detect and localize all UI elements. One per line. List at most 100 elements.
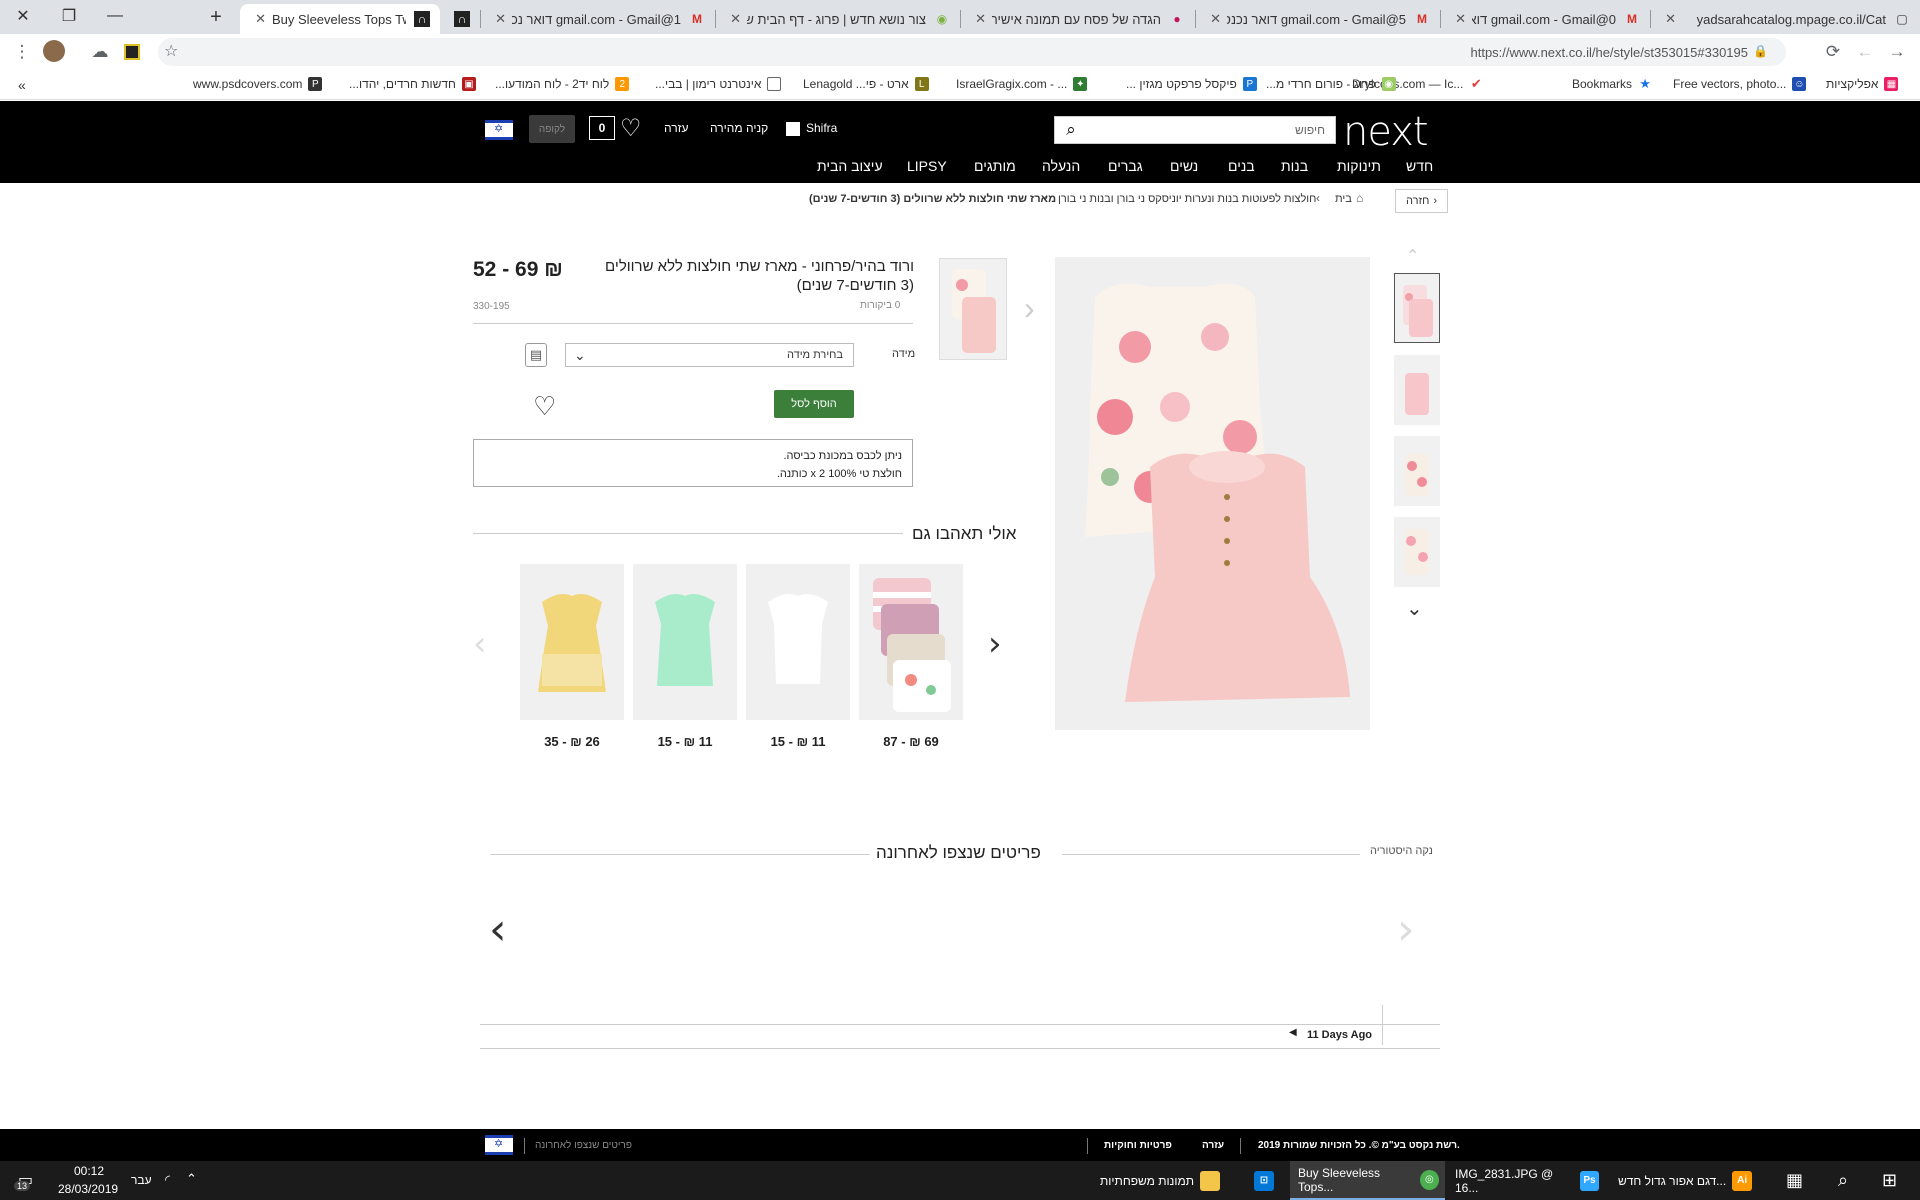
add-to-bag-button[interactable]: הוסף לסל: [774, 390, 854, 418]
nav-new[interactable]: חדש: [1406, 158, 1433, 174]
avatar[interactable]: [43, 40, 65, 62]
home-icon[interactable]: ⌂: [1356, 191, 1363, 205]
url-text[interactable]: https://www.next.co.il/he/style/st353015…: [1470, 45, 1748, 60]
close-tab-icon[interactable]: ✕: [490, 11, 506, 27]
language-indicator[interactable]: עבר: [131, 1173, 152, 1187]
nav-home[interactable]: עיצוב הבית: [817, 158, 883, 174]
clock-date[interactable]: 28/03/2019: [58, 1182, 118, 1196]
close-tab-icon[interactable]: ✕: [725, 11, 741, 27]
checkout-button[interactable]: לקופה: [529, 115, 575, 143]
taskbar-item[interactable]: ⊡: [1248, 1161, 1284, 1200]
recommended-product-image[interactable]: [633, 564, 737, 720]
israel-flag-icon[interactable]: [485, 120, 513, 140]
minimize-window-icon[interactable]: —: [92, 0, 138, 32]
bookmark-item[interactable]: ▣ חדשות חרדים, יהדו...: [349, 77, 476, 91]
menu-icon[interactable]: ⋮: [10, 40, 34, 64]
chevron-down-icon[interactable]: ⌄: [1406, 596, 1423, 621]
restore-window-icon[interactable]: ❐: [46, 0, 92, 32]
search-input[interactable]: חיפוש ⌕: [1054, 116, 1336, 144]
account-icon[interactable]: [786, 122, 800, 136]
size-select[interactable]: בחירת מידה ⌄: [565, 343, 854, 367]
cloud-icon[interactable]: ☁: [88, 40, 112, 64]
gallery-thumb[interactable]: [1394, 517, 1440, 587]
nav-shoes[interactable]: הנעלה: [1042, 158, 1080, 174]
nav-girls[interactable]: בנות: [1281, 158, 1308, 174]
forward-icon[interactable]: ←: [1853, 40, 1877, 64]
reload-icon[interactable]: ⟳: [1821, 40, 1845, 64]
gallery-thumb[interactable]: [1394, 273, 1440, 343]
close-tab-icon[interactable]: ✕: [250, 11, 266, 27]
bookmark-item[interactable]: P פיקסל פרפקט מגזין ...: [1126, 77, 1257, 91]
chevron-left-icon[interactable]: ‹: [489, 904, 507, 955]
bookmark-item[interactable]: L ארט - פי... Lenagold: [803, 77, 929, 91]
reviews-link[interactable]: 0 ביקורות: [860, 300, 900, 311]
tab-active[interactable]: ∩ Buy Sleeveless Tops Two Pack (3 ✕: [240, 4, 440, 34]
recommended-product-image[interactable]: [859, 564, 963, 720]
product-main-image[interactable]: [1055, 257, 1370, 730]
nav-men[interactable]: גברים: [1108, 158, 1143, 174]
search-icon[interactable]: ⌕: [1838, 1170, 1848, 1191]
breadcrumb-category[interactable]: חולצות לפעוטות בנות ונערות יוניסקס ני בו…: [1058, 193, 1316, 205]
bookmark-item[interactable]: ✦ IsraelGragix.com - ...: [956, 77, 1088, 91]
size-guide-icon[interactable]: ▤: [525, 343, 547, 367]
chevron-up-icon[interactable]: ⌃: [1406, 246, 1419, 266]
close-window-icon[interactable]: ✕: [0, 0, 46, 32]
tab[interactable]: M 5@gmail.com - Gmail דואר נכנס ✕: [1195, 4, 1440, 34]
recommended-product-image[interactable]: [746, 564, 850, 720]
close-tab-icon[interactable]: ✕: [1660, 11, 1676, 27]
bookmark-item[interactable]: אינטרנט רימון | בבי...: [655, 77, 782, 91]
shopping-bag-icon[interactable]: 0: [589, 116, 615, 140]
nav-lipsy[interactable]: LIPSY: [907, 158, 947, 174]
tab[interactable]: ▢ yadsarahcatalog.mpage.co.il/Cat ✕: [1650, 4, 1920, 34]
tab[interactable]: M 1@gmail.com - Gmail דואר נכנס ✕: [480, 4, 715, 34]
taskbar-item[interactable]: IMG_2831.JPG @ 16... Ps: [1455, 1161, 1605, 1200]
show-hidden-icons[interactable]: ⌃: [186, 1171, 197, 1187]
chevron-right-icon[interactable]: ›: [1397, 904, 1415, 955]
taskbar-item-active[interactable]: Buy Sleeveless Tops... ◎: [1290, 1161, 1445, 1200]
nav-women[interactable]: נשים: [1170, 158, 1198, 174]
chevron-right-icon[interactable]: ›: [1024, 290, 1035, 327]
next-logo[interactable]: next: [1343, 109, 1429, 155]
quick-buy-link[interactable]: קניה מהירה: [710, 121, 768, 135]
footer-help-link[interactable]: עזרה: [1202, 1140, 1224, 1151]
taskbar-item[interactable]: תמונות משפחתיות: [1100, 1161, 1242, 1200]
tab[interactable]: ● הגדה של פסח עם תמונה אישית ב ✕: [960, 4, 1195, 34]
nav-brands[interactable]: מותגים: [974, 158, 1016, 174]
address-bar[interactable]: https://www.next.co.il/he/style/st353015…: [158, 38, 1786, 66]
bookmark-item[interactable]: ☺ Free vectors, photo...: [1673, 77, 1807, 91]
bookmark-item[interactable]: ★ Bookmarks: [1572, 76, 1652, 91]
bookmark-item[interactable]: ◉ פרוג - פורום חרדי מ...: [1266, 77, 1396, 91]
bookmark-ext-icon[interactable]: [120, 40, 144, 64]
close-tab-icon[interactable]: ✕: [1205, 11, 1221, 27]
wifi-icon[interactable]: ◜: [165, 1172, 170, 1188]
more-bookmarks-icon[interactable]: »: [18, 77, 26, 93]
nav-babies[interactable]: תינוקות: [1337, 158, 1381, 174]
taskbar-item[interactable]: דגם אפור גדול חדש... Ai: [1618, 1161, 1763, 1200]
close-tab-icon[interactable]: ✕: [1450, 11, 1466, 27]
clock-time[interactable]: 00:12: [74, 1164, 104, 1178]
tab[interactable]: ∩: [440, 4, 480, 34]
clear-history-link[interactable]: נקה היסטוריה: [1370, 845, 1433, 857]
add-to-favourites-heart-icon[interactable]: ♡: [533, 391, 556, 422]
nav-boys[interactable]: בנים: [1228, 158, 1255, 174]
search-icon[interactable]: ⌕: [1059, 119, 1083, 141]
chevron-left-icon[interactable]: ‹: [473, 624, 487, 664]
bookmark-item[interactable]: 2 לוח יד2 - לוח המודעו...: [495, 77, 630, 91]
help-link[interactable]: עזרה: [664, 121, 689, 135]
triangle-left-icon[interactable]: ◀: [1289, 1027, 1297, 1038]
new-tab-button[interactable]: +: [204, 4, 228, 30]
chevron-right-icon[interactable]: ›: [988, 624, 1002, 664]
favourites-heart-icon[interactable]: ♡: [620, 114, 642, 143]
breadcrumb-home[interactable]: בית: [1335, 193, 1352, 205]
bookmark-item[interactable]: Pwww.psdcovers.com: [193, 77, 323, 91]
gallery-thumb[interactable]: [1394, 355, 1440, 425]
windows-start-icon[interactable]: ⊞: [1882, 1170, 1897, 1191]
product-color-thumb[interactable]: [939, 258, 1007, 360]
back-button[interactable]: חזרה ›: [1395, 189, 1448, 213]
tab[interactable]: M 0@gmail.com - Gmail דואר נכנס ✕: [1440, 4, 1650, 34]
close-tab-icon[interactable]: ✕: [970, 11, 986, 27]
star-icon[interactable]: ☆: [164, 41, 178, 61]
israel-flag-icon[interactable]: [485, 1135, 513, 1155]
footer-recent-link[interactable]: פריטים שנצפו לאחרונה: [535, 1140, 632, 1151]
bookmark-item[interactable]: ▦ אפליקציות: [1826, 77, 1899, 91]
